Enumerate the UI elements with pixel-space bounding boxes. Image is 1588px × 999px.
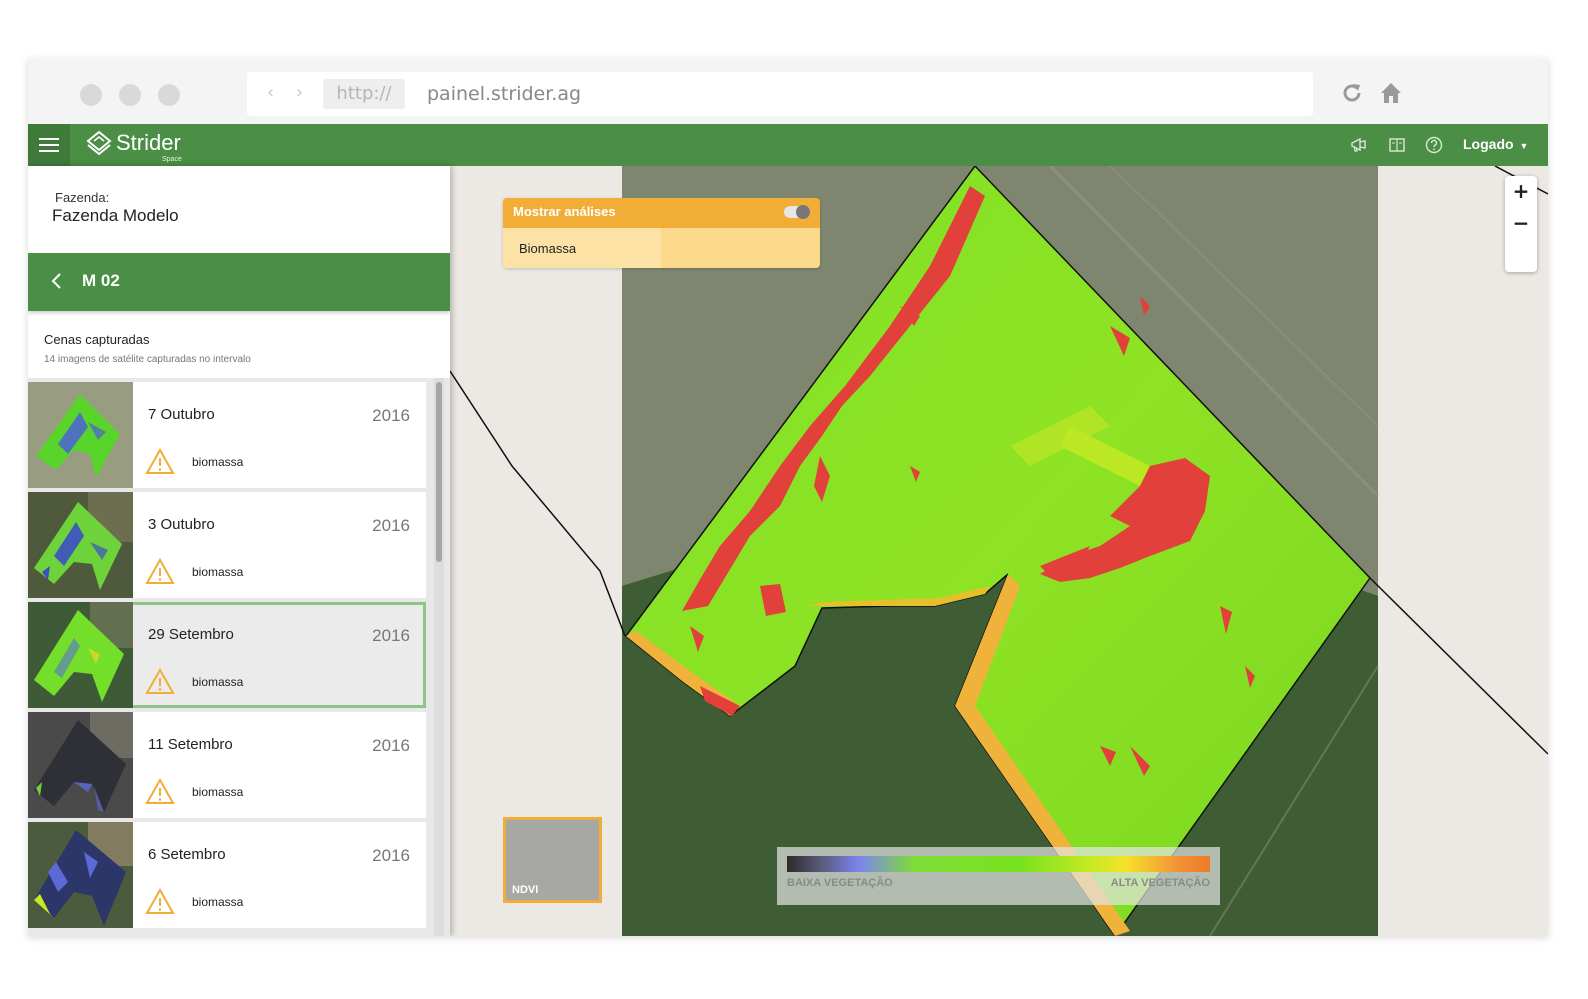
scene-tag: biomassa [192,565,244,579]
layer-label: NDVI [512,884,539,896]
address-bar[interactable]: ‹ › http:// painel.strider.ag [247,72,1313,116]
scene-date: 3 Outubro [148,516,215,533]
hamburger-menu-icon[interactable] [28,124,70,166]
sidebar: Fazenda: Fazenda Modelo M 02 Cenas captu… [28,166,450,936]
farm-name[interactable]: Fazenda Modelo [52,206,179,226]
scrollbar-thumb[interactable] [436,382,442,562]
field-name: M 02 [82,271,120,290]
zoom-out-button[interactable]: − [1505,208,1537,238]
scene-date: 7 Outubro [148,406,215,423]
scene-list: 7 Outubro 2016 biomassa 3 Outubro 2016 b… [28,378,450,936]
scene-date: 11 Setembro [148,736,233,753]
scene-year: 2016 [372,626,410,645]
scene-thumbnail [28,822,133,928]
warning-icon [145,558,175,584]
user-menu-label: Logado [1463,136,1514,152]
window-maximize-dot[interactable] [158,84,180,106]
scene-year: 2016 [372,406,410,425]
legend-color-scale [787,856,1210,872]
layer-selector-ndvi[interactable]: NDVI [503,817,602,903]
back-forward-icons[interactable]: ‹ › [267,82,311,103]
scene-card[interactable]: 6 Setembro 2016 biomassa [28,822,426,928]
analysis-panel-title: Mostrar análises [513,204,616,219]
strider-logo-icon [86,130,112,156]
chevron-down-icon: ▼ [1519,141,1529,151]
zoom-in-button[interactable]: + [1505,176,1537,206]
legend-low-label: BAIXA VEGETAÇÃO [787,877,893,889]
satellite-map [450,166,1548,936]
home-icon[interactable] [1378,80,1404,106]
app-header: Strider Space Logado ▼ [28,124,1548,166]
back-arrow-icon[interactable] [50,271,64,291]
analysis-panel: Mostrar análises Biomassa [503,198,820,268]
warning-icon [145,778,175,804]
user-menu[interactable]: Logado ▼ [1463,136,1528,152]
logo-subtext: Space [162,156,182,163]
scene-date: 29 Setembro [148,626,234,643]
scene-tag: biomassa [192,455,244,469]
url-scheme: http:// [323,79,405,109]
scene-tag: biomassa [192,675,244,689]
scene-card-selected[interactable]: 29 Setembro 2016 biomassa [28,602,426,708]
warning-icon [145,888,175,914]
vegetation-legend: BAIXA VEGETAÇÃO ALTA VEGETAÇÃO [777,847,1220,905]
analysis-panel-header: Mostrar análises [503,198,820,228]
reload-icon[interactable] [1339,80,1365,106]
warning-icon [145,668,175,694]
scene-thumbnail [28,382,133,488]
scene-date: 6 Setembro [148,846,226,863]
scene-tag: biomassa [192,785,244,799]
window-close-dot[interactable] [80,84,102,106]
zoom-control: + − [1505,176,1537,272]
scenes-subtitle: 14 imagens de satélite capturadas no int… [44,354,251,365]
scene-card[interactable]: 11 Setembro 2016 biomassa [28,712,426,818]
analysis-panel-body: Biomassa [503,228,820,268]
scene-year: 2016 [372,736,410,755]
browser-window: ‹ › http:// painel.strider.ag Strider Sp… [28,58,1548,936]
scene-year: 2016 [372,846,410,865]
announcement-icon[interactable] [1350,136,1368,154]
scene-card[interactable]: 3 Outubro 2016 biomassa [28,492,426,598]
show-analysis-toggle[interactable] [784,205,810,219]
help-icon[interactable] [1425,136,1443,154]
scene-thumbnail [28,712,133,818]
window-minimize-dot[interactable] [119,84,141,106]
browser-toolbar: ‹ › http:// painel.strider.ag [28,58,1548,124]
scene-thumbnail [28,602,133,708]
logo-text: Strider [116,130,181,155]
analysis-option-biomassa[interactable]: Biomassa [503,228,661,268]
scenes-title: Cenas capturadas [44,332,150,347]
url-host: painel.strider.ag [427,83,582,105]
field-header: M 02 [28,253,450,311]
book-icon[interactable] [1388,136,1406,154]
farm-label: Fazenda: [55,190,110,205]
map-view[interactable]: Mostrar análises Biomassa + − NDVI BAIXA… [450,166,1548,936]
scene-year: 2016 [372,516,410,535]
scene-tag: biomassa [192,895,244,909]
legend-high-label: ALTA VEGETAÇÃO [1110,877,1210,889]
scene-thumbnail [28,492,133,598]
scene-card[interactable]: 7 Outubro 2016 biomassa [28,382,426,488]
warning-icon [145,448,175,474]
